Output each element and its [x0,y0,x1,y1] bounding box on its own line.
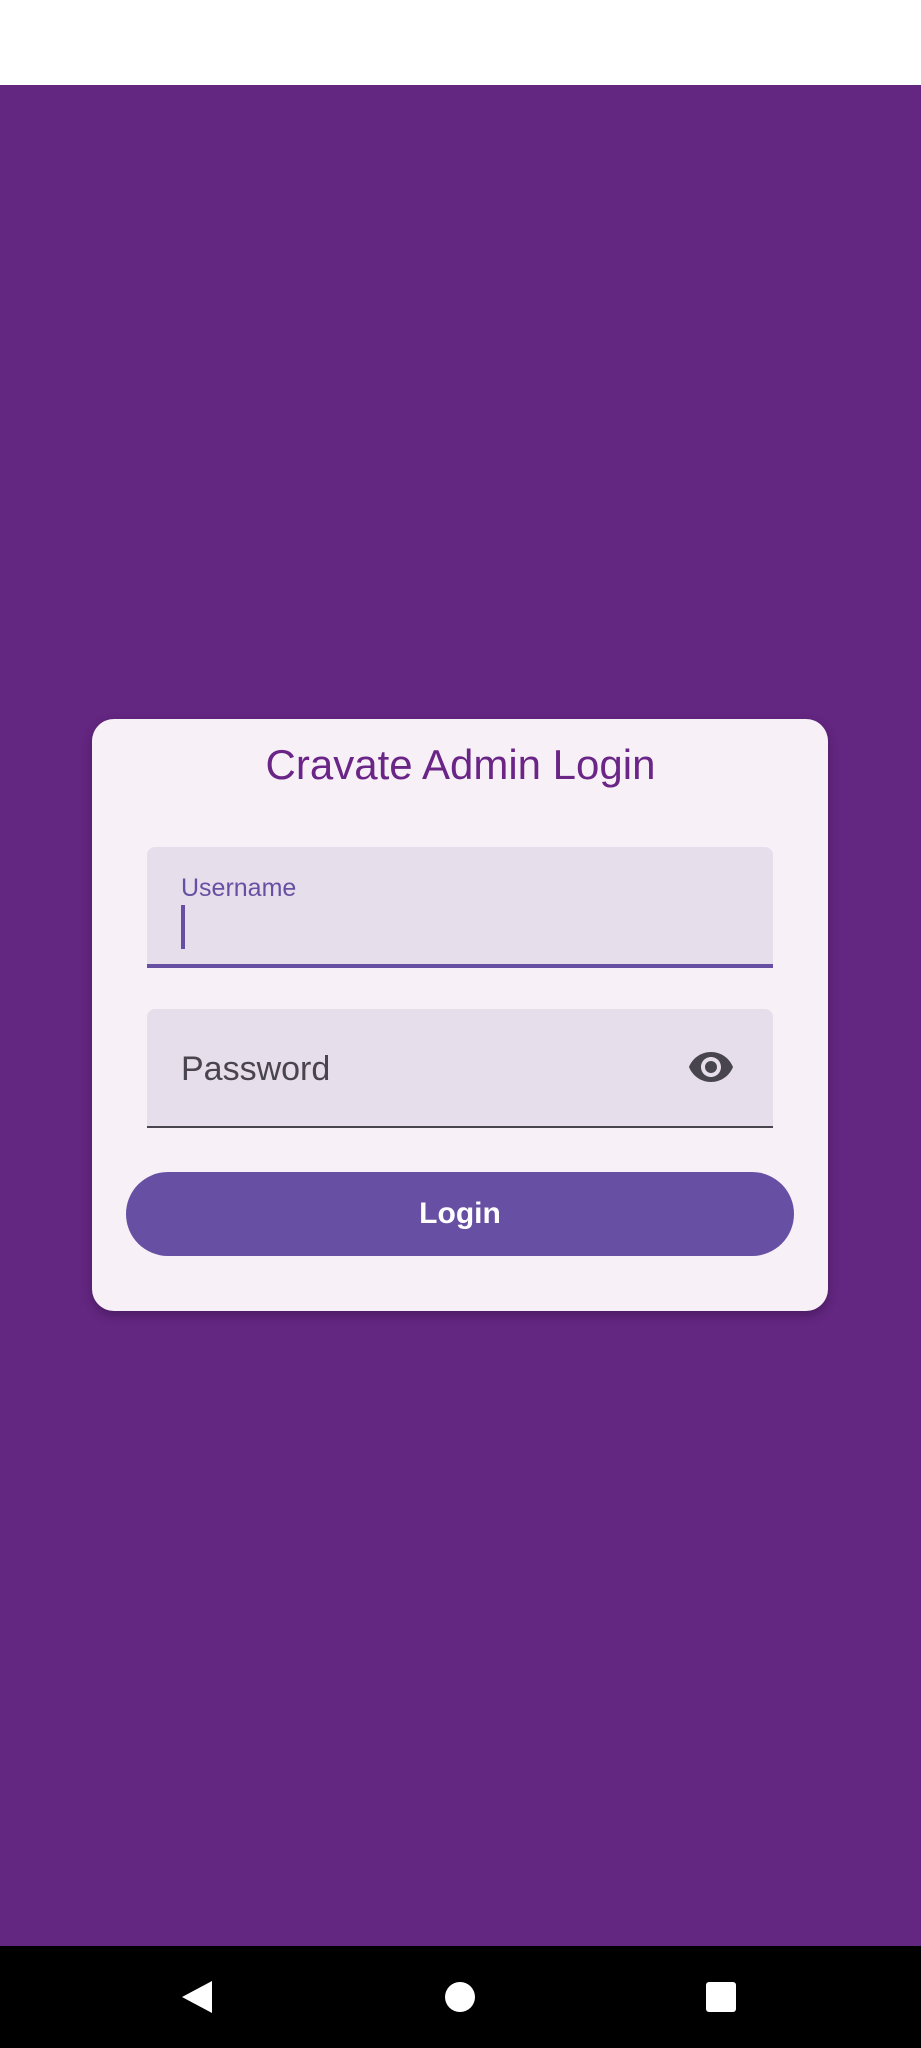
password-label: Password [181,1050,331,1088]
login-button[interactable]: Login [126,1172,794,1256]
status-bar [0,0,921,85]
eye-icon[interactable] [687,1043,735,1091]
username-field[interactable]: Username [147,847,773,968]
password-field[interactable]: Password [147,1009,773,1128]
system-navigation-bar [0,1946,921,2048]
login-title: Cravate Admin Login [265,741,656,788]
home-circle-icon[interactable] [445,1982,475,2012]
username-input[interactable] [181,905,729,949]
back-triangle-icon[interactable] [180,1979,216,2015]
username-label: Username [181,874,297,902]
recents-square-icon[interactable] [706,1982,736,2012]
